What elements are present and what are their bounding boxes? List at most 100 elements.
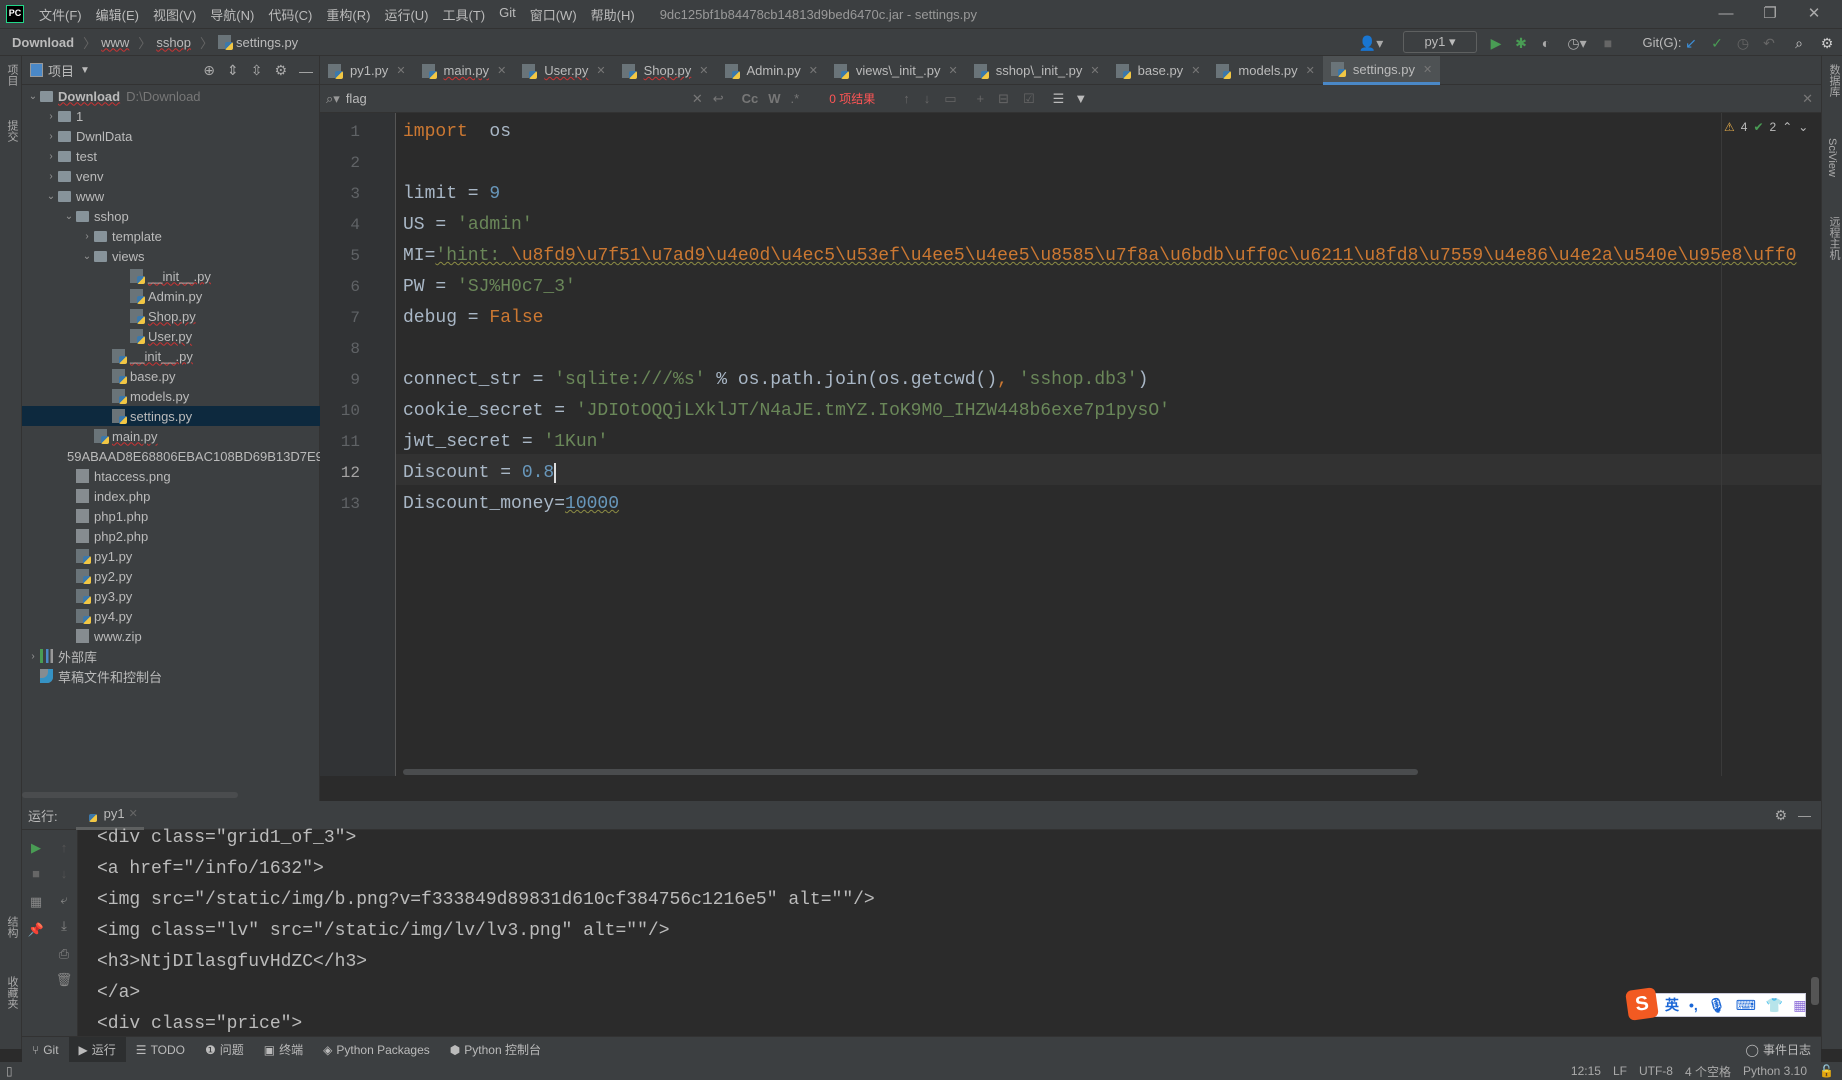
tree-item[interactable]: __init__.py [22,266,320,286]
chevron-down-icon[interactable]: ⌄ [1798,120,1808,134]
chevron-right-icon[interactable]: › [26,651,40,662]
up-icon[interactable]: ↑ [54,840,74,855]
line-separator[interactable]: LF [1613,1064,1627,1078]
sidebar-scrollbar[interactable] [22,792,238,798]
close-window-button[interactable]: ✕ [1792,0,1836,28]
close-tab-icon[interactable]: ✕ [497,64,506,77]
tool-window-button[interactable]: ▶ 运行 [68,1036,126,1063]
chevron-up-icon[interactable]: ⌃ [1782,120,1792,134]
tree-item[interactable]: ⌄ www [22,186,320,206]
scroll-to-end-icon[interactable]: ⤓ [54,918,74,934]
close-icon[interactable]: ✕ [129,807,138,820]
clear-search-icon[interactable]: ✕ [692,91,703,107]
editor-tab[interactable]: Admin.py ✕ [717,56,826,85]
indent-setting[interactable]: 4 个空格 [1685,1063,1731,1080]
tree-item[interactable]: › test [22,146,320,166]
database-tool-button[interactable]: 数据库 [1826,64,1842,97]
select-all-icon[interactable]: ▭ [944,91,956,107]
breadcrumb-sshop[interactable]: sshop [156,35,191,50]
code-line[interactable]: PW = 'SJ%H0c7_3' [403,277,576,297]
skin-icon[interactable]: 👕 [1766,997,1783,1014]
tree-item[interactable]: Shop.py [22,306,320,326]
select-all-occurrences-icon[interactable]: ☑ [1023,91,1035,107]
chevron-right-icon[interactable]: › [80,231,94,242]
close-tab-icon[interactable]: ✕ [1191,64,1200,77]
tree-item[interactable]: www.zip [22,626,320,646]
tool-window-button[interactable]: ⬢ Python 控制台 [440,1037,551,1063]
apps-icon[interactable]: ▦ [1793,997,1806,1014]
tree-item[interactable]: › DwnlData [22,126,320,146]
lock-icon[interactable]: 🔓 [1819,1064,1834,1078]
user-icon[interactable]: 👤▾ [1358,34,1384,52]
breadcrumb-download[interactable]: Download [12,35,74,50]
run-config-select[interactable]: py1 ▾ [1403,31,1477,53]
rollback-icon[interactable]: ↶ [1760,34,1778,52]
chevron-down-icon[interactable]: ⌄ [80,251,94,262]
remote-host-tool-button[interactable]: 远程主机 [1826,216,1842,260]
trash-icon[interactable]: 🗑 [54,972,74,988]
search-icon[interactable]: ⌕ [1790,34,1808,52]
keyboard-icon[interactable]: ⌨ [1736,997,1756,1014]
tree-item[interactable]: py4.py [22,606,320,626]
tool-window-button[interactable]: ⑂ Git [22,1037,69,1063]
tool-window-button[interactable]: ▣ 终端 [254,1037,313,1063]
tree-item[interactable]: settings.py [22,406,320,426]
breadcrumb-settings[interactable]: settings.py [236,35,298,50]
tree-item[interactable]: py1.py [22,546,320,566]
code-line[interactable]: import os [403,122,511,142]
tree-item[interactable]: models.py [22,386,320,406]
chevron-right-icon[interactable]: › [44,111,58,122]
hide-icon[interactable]: — [1798,808,1811,823]
chevron-right-icon[interactable]: › [44,131,58,142]
code-line[interactable]: Discount_money=10000 [403,494,619,514]
editor-tab[interactable]: models.py ✕ [1208,56,1322,85]
breadcrumb-www[interactable]: www [101,35,129,50]
down-icon[interactable]: ↓ [54,866,74,881]
close-tab-icon[interactable]: ✕ [1306,64,1315,77]
git-commit-icon[interactable]: ✓ [1708,34,1726,52]
tree-item[interactable]: base.py [22,366,320,386]
regex-toggle[interactable]: .* [791,91,800,106]
code-line[interactable]: cookie_secret = 'JDIOtOQQjLXklJT/N4aJE.t… [403,401,1170,421]
menu-item[interactable]: 编辑(E) [89,5,146,24]
code-line[interactable]: US = 'admin' [403,215,533,235]
editor-tab[interactable]: settings.py ✕ [1322,56,1441,85]
tree-item[interactable]: htaccess.png [22,466,320,486]
code-line[interactable]: connect_str = 'sqlite:///%s' % os.path.j… [403,370,1148,390]
editor-tab[interactable]: base.py ✕ [1108,56,1209,85]
editor-tab[interactable]: sshop\_init_.py ✕ [966,56,1108,85]
structure-tool-button[interactable]: 结构 [4,916,20,938]
chevron-down-icon[interactable]: ⌄ [44,191,58,202]
git-update-icon[interactable]: ↙ [1682,34,1700,52]
tree-item[interactable]: main.py [22,426,320,446]
chevron-right-icon[interactable]: › [44,151,58,162]
menu-item[interactable]: 导航(N) [203,5,261,24]
tool-window-button[interactable]: ❶ 问题 [195,1037,254,1063]
caret-position[interactable]: 12:15 [1571,1064,1601,1078]
file-encoding[interactable]: UTF-8 [1639,1064,1673,1078]
history-icon[interactable]: ◷ [1734,34,1752,52]
project-tool-button[interactable]: 项目 [4,64,20,86]
editor-tab[interactable]: Shop.py ✕ [614,56,717,85]
unselect-icon[interactable]: ⊟ [998,91,1009,107]
event-log-button[interactable]: ◯ 事件日志 [1736,1037,1821,1063]
close-tab-icon[interactable]: ✕ [596,64,605,77]
close-tab-icon[interactable]: ✕ [948,64,957,77]
editor-horizontal-scrollbar[interactable] [403,769,1418,775]
chevron-down-icon[interactable]: ⌄ [26,91,40,102]
menu-item[interactable]: 运行(U) [377,5,435,24]
print-icon[interactable]: ⎙ [54,946,74,962]
stop-icon[interactable]: ■ [1600,34,1616,52]
menu-item[interactable]: 视图(V) [146,5,203,24]
close-tab-icon[interactable]: ✕ [699,64,708,77]
tree-item[interactable]: › venv [22,166,320,186]
tree-item[interactable]: py3.py [22,586,320,606]
run-icon[interactable]: ▶ [1487,34,1505,52]
tree-item[interactable]: 草稿文件和控制台 [22,666,320,686]
inspection-widget[interactable]: ⚠ 4 ✔ 2 ⌃ ⌄ [1724,120,1808,134]
gear-icon[interactable]: ⚙ [274,62,287,79]
rerun-icon[interactable]: ▶ [26,840,46,856]
debug-icon[interactable]: ✱ [1512,34,1530,52]
gear-icon[interactable]: ⚙ [1774,807,1787,824]
menu-item[interactable]: 文件(F) [32,5,89,24]
